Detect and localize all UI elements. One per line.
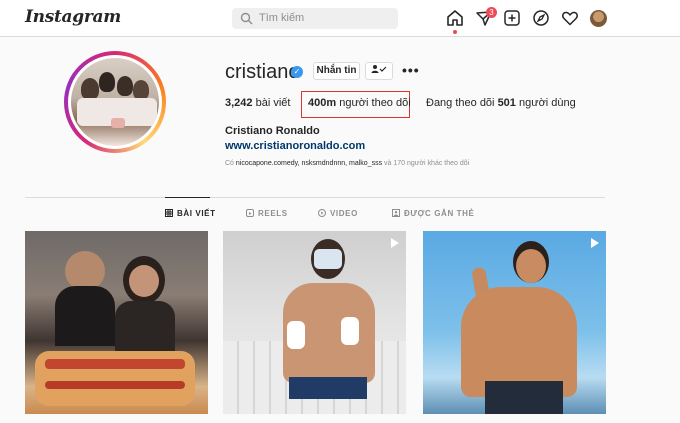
- posts-count: 3,242 bài viết: [225, 97, 291, 109]
- video-icon: [318, 209, 326, 217]
- notification-badge: 3: [486, 7, 497, 18]
- profile-website-link[interactable]: www.cristianoronaldo.com: [225, 140, 365, 152]
- search-placeholder: Tìm kiếm: [259, 12, 305, 24]
- tab-video[interactable]: VIDEO: [318, 209, 358, 218]
- followed-by-text[interactable]: Có nicocapone.comedy, nsksmdndnnn, malko…: [225, 160, 469, 167]
- followers-count[interactable]: 400m người theo dõi: [308, 97, 411, 109]
- active-page-indicator: [453, 30, 457, 34]
- tab-tagged[interactable]: ĐƯỢC GẮN THẺ: [392, 209, 474, 218]
- reels-icon: [246, 209, 254, 217]
- post-thumbnail[interactable]: [423, 231, 606, 414]
- new-post-icon[interactable]: [503, 9, 521, 27]
- explore-icon[interactable]: [532, 9, 550, 27]
- active-tab-underline: [165, 197, 210, 198]
- post-thumbnail[interactable]: [25, 231, 208, 414]
- search-icon: [240, 12, 253, 25]
- post-thumbnail[interactable]: [223, 231, 406, 414]
- reel-icon: [591, 238, 599, 248]
- heart-icon[interactable]: [561, 9, 579, 27]
- home-icon[interactable]: [446, 9, 464, 27]
- profile-picture[interactable]: [68, 55, 162, 149]
- verified-icon: ✓: [291, 66, 303, 78]
- following-count[interactable]: Đang theo dõi 501 người dùng: [426, 97, 576, 109]
- profile-full-name: Cristiano Ronaldo: [225, 125, 320, 137]
- instagram-logo[interactable]: Instagram: [25, 7, 121, 27]
- search-input[interactable]: Tìm kiếm: [232, 8, 398, 29]
- reel-icon: [391, 238, 399, 248]
- tab-posts[interactable]: BÀI VIẾT: [165, 209, 216, 218]
- follow-user-icon[interactable]: [365, 62, 393, 80]
- tagged-icon: [392, 209, 400, 217]
- tabs-divider: [25, 197, 605, 198]
- grid-icon: [165, 209, 173, 217]
- tab-reels[interactable]: REELS: [246, 209, 288, 218]
- profile-username: cristiano: [225, 61, 300, 83]
- top-navigation-bar: Instagram Tìm kiếm 3: [0, 0, 680, 37]
- more-icon[interactable]: •••: [402, 62, 420, 78]
- account-avatar[interactable]: [590, 10, 607, 27]
- message-button[interactable]: Nhắn tin: [313, 62, 360, 80]
